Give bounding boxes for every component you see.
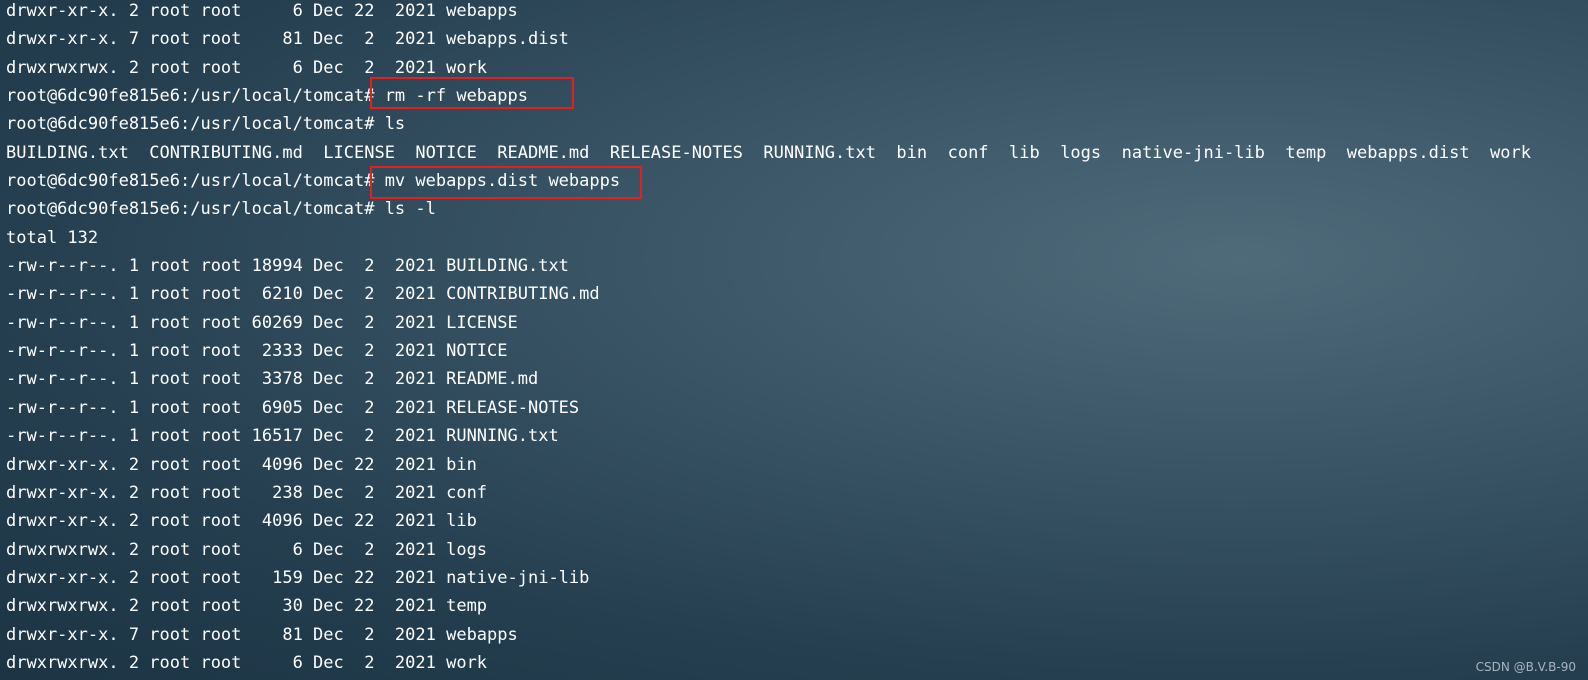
terminal-line: -rw-r--r--. 1 root root 2333 Dec 2 2021 … bbox=[6, 341, 508, 362]
terminal-line: drwxr-xr-x. 7 root root 81 Dec 2 2021 we… bbox=[6, 29, 569, 50]
terminal-command-line: root@6dc90fe815e6:/usr/local/tomcat# mv … bbox=[6, 171, 621, 192]
terminal-line: -rw-r--r--. 1 root root 16517 Dec 2 2021… bbox=[6, 426, 559, 447]
terminal-line: drwxr-xr-x. 2 root root 6 Dec 22 2021 we… bbox=[6, 1, 518, 21]
terminal-line: drwxrwxrwx. 2 root root 6 Dec 2 2021 wor… bbox=[6, 57, 488, 78]
terminal-line: total 132 bbox=[6, 227, 99, 248]
terminal-line: BUILDING.txt CONTRIBUTING.md LICENSE NOT… bbox=[6, 142, 1531, 163]
terminal-line: drwxr-xr-x. 2 root root 159 Dec 22 2021 … bbox=[6, 567, 590, 588]
terminal-command-line: root@6dc90fe815e6:/usr/local/tomcat# rm … bbox=[6, 86, 528, 107]
terminal-line: drwxrwxrwx. 2 root root 30 Dec 22 2021 t… bbox=[6, 596, 488, 617]
terminal-line: drwxr-xr-x. 7 root root 81 Dec 2 2021 we… bbox=[6, 624, 518, 645]
terminal-line: drwxrwxrwx. 2 root root 6 Dec 2 2021 wor… bbox=[6, 652, 488, 673]
terminal-output[interactable]: drwxr-xr-x. 2 root root 6 Dec 22 2021 we… bbox=[0, 0, 1588, 680]
terminal-command-line: root@6dc90fe815e6:/usr/local/tomcat# ls … bbox=[6, 199, 436, 220]
terminal-line: -rw-r--r--. 1 root root 6905 Dec 2 2021 … bbox=[6, 397, 580, 418]
terminal-line: -rw-r--r--. 1 root root 18994 Dec 2 2021… bbox=[6, 256, 569, 277]
terminal-line: -rw-r--r--. 1 root root 3378 Dec 2 2021 … bbox=[6, 369, 539, 390]
terminal-line: drwxr-xr-x. 2 root root 238 Dec 2 2021 c… bbox=[6, 482, 488, 503]
terminal-line: drwxrwxrwx. 2 root root 6 Dec 2 2021 log… bbox=[6, 539, 488, 560]
terminal-line: drwxr-xr-x. 2 root root 4096 Dec 22 2021… bbox=[6, 454, 477, 475]
terminal-command-line: root@6dc90fe815e6:/usr/local/tomcat# ls bbox=[6, 114, 406, 135]
terminal-line: -rw-r--r--. 1 root root 60269 Dec 2 2021… bbox=[6, 312, 518, 333]
terminal-line: -rw-r--r--. 1 root root 6210 Dec 2 2021 … bbox=[6, 284, 600, 305]
terminal-line: drwxr-xr-x. 2 root root 4096 Dec 22 2021… bbox=[6, 511, 477, 532]
watermark: CSDN @B.V.B-90 bbox=[1475, 660, 1576, 674]
